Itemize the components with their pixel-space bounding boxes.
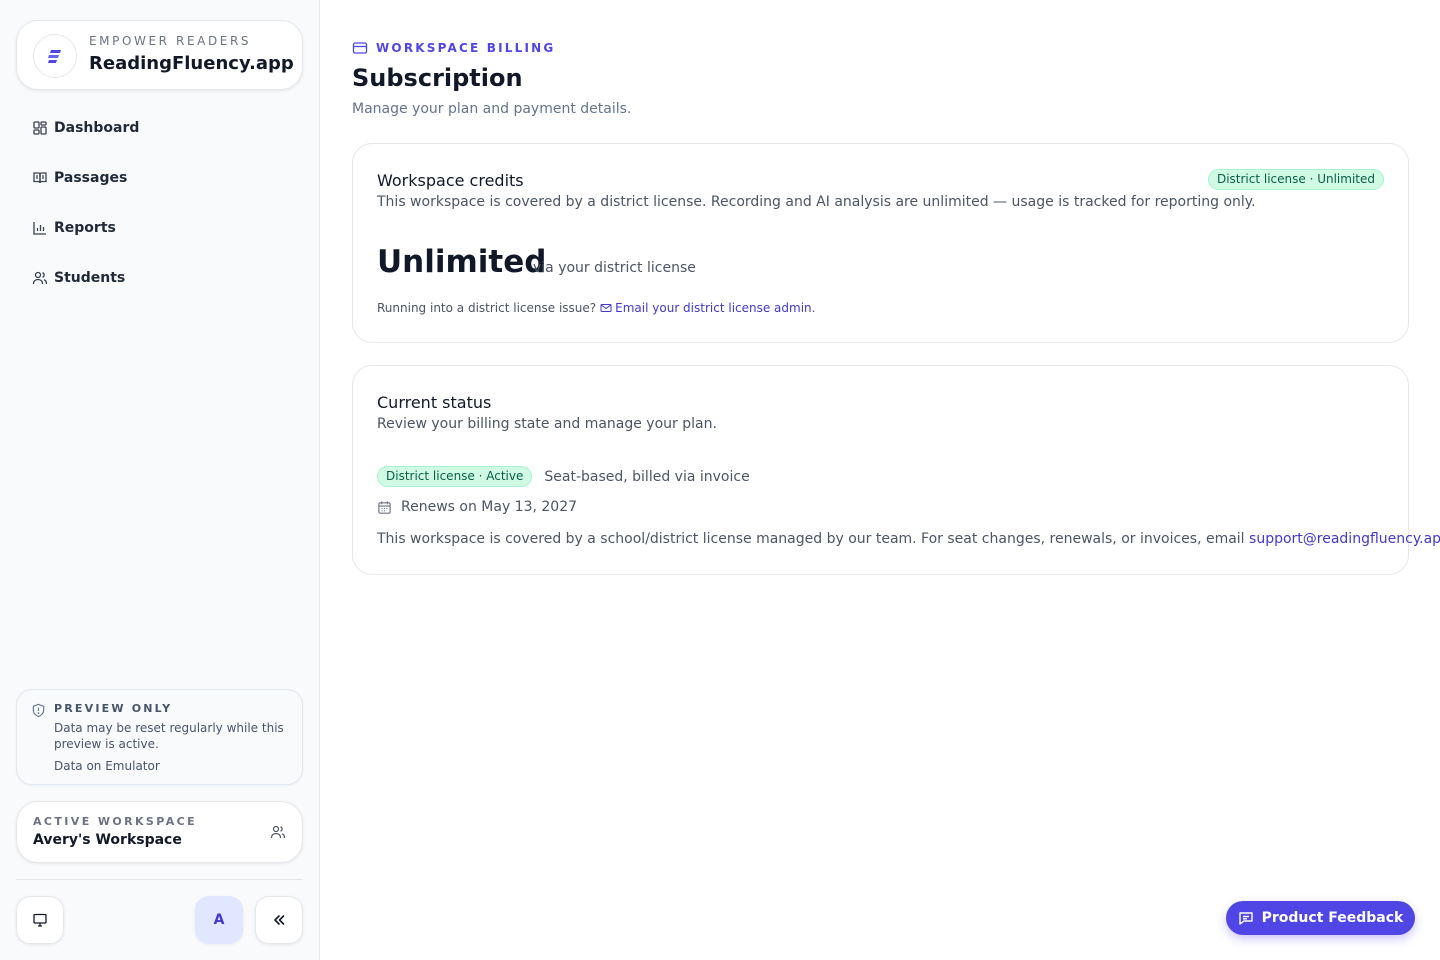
book-open-icon xyxy=(33,172,47,184)
billing-method: Seat-based, billed via invoice xyxy=(544,468,750,485)
sidebar-item-students[interactable]: Students xyxy=(16,260,303,296)
display-mode-button[interactable] xyxy=(16,896,64,944)
license-note: This workspace is covered by a school/di… xyxy=(377,531,1440,547)
calendar-icon xyxy=(378,500,391,514)
preview-text: Data may be reset regularly while this p… xyxy=(54,721,284,751)
product-feedback-button[interactable]: Product Feedback xyxy=(1226,901,1415,935)
workspace-eyebrow: ACTIVE WORKSPACE xyxy=(33,815,197,828)
collapse-sidebar-button[interactable] xyxy=(255,896,303,944)
renewal-row: Renews on May 13, 2027 xyxy=(377,499,577,515)
sidebar-item-reports[interactable]: Reports xyxy=(16,210,303,246)
users-icon xyxy=(32,271,48,285)
workspace-credits-card: Workspace credits District license · Unl… xyxy=(352,143,1409,343)
dashboard-icon xyxy=(33,121,47,135)
page-eyebrow-label: WORKSPACE BILLING xyxy=(376,41,556,55)
status-badge: District license · Active xyxy=(377,466,533,487)
workspace-switcher[interactable]: ACTIVE WORKSPACE Avery's Workspace xyxy=(16,801,303,863)
brand-eyebrow: EMPOWER READERS xyxy=(89,34,252,48)
workspace-name: Avery's Workspace xyxy=(33,832,182,848)
product-feedback-label: Product Feedback xyxy=(1261,910,1404,926)
status-row: District license · Active Seat-based, bi… xyxy=(377,466,750,487)
sidebar-item-label: Dashboard xyxy=(54,120,140,136)
credits-value: Unlimited xyxy=(377,244,547,280)
email-admin-link[interactable]: Email your district license admin xyxy=(600,301,812,315)
stacked-lines-logo-icon xyxy=(33,34,77,78)
page-title: Subscription xyxy=(352,64,523,92)
sidebar-item-dashboard[interactable]: Dashboard xyxy=(16,110,303,146)
license-issue-row: Running into a district license issue? E… xyxy=(377,301,815,315)
sidebar-item-label: Students xyxy=(54,270,126,286)
avatar[interactable]: A xyxy=(195,896,243,944)
monitor-icon xyxy=(33,913,47,927)
chevrons-left-icon xyxy=(274,915,285,925)
sidebar-nav: Dashboard Passages Reports Students xyxy=(16,110,303,310)
bar-chart-icon xyxy=(33,222,46,235)
status-badge: District license · Unlimited xyxy=(1207,169,1384,190)
card-title: Workspace credits xyxy=(377,171,524,190)
users-icon xyxy=(270,825,286,839)
card-description: Review your billing state and manage you… xyxy=(377,416,717,432)
issue-suffix: . xyxy=(811,301,816,315)
emulator-link[interactable]: Data on Emulator xyxy=(54,759,160,773)
sidebar-item-label: Passages xyxy=(54,170,128,186)
brand-card[interactable]: EMPOWER READERS ReadingFluency.app xyxy=(16,20,303,90)
page-eyebrow: WORKSPACE BILLING xyxy=(352,40,555,56)
message-square-icon xyxy=(1238,912,1253,925)
brand-name: ReadingFluency.app xyxy=(89,53,294,74)
sidebar-divider xyxy=(16,879,303,880)
sidebar-item-passages[interactable]: Passages xyxy=(16,160,303,196)
support-email-link[interactable]: support@readingfluency.app xyxy=(1249,531,1440,547)
sidebar-item-label: Reports xyxy=(54,220,116,236)
credit-card-icon xyxy=(352,42,368,54)
page-subtitle: Manage your plan and payment details. xyxy=(352,101,632,117)
shield-alert-icon xyxy=(32,703,45,718)
credits-value-sub: via your district license xyxy=(533,260,696,276)
email-admin-link-label: Email your district license admin xyxy=(615,301,812,315)
preview-title: PREVIEW ONLY xyxy=(54,702,173,715)
card-description: This workspace is covered by a district … xyxy=(377,194,1256,210)
sidebar: EMPOWER READERS ReadingFluency.app Dashb… xyxy=(0,0,320,960)
issue-prefix: Running into a district license issue? xyxy=(377,301,597,315)
current-status-card: Current status Review your billing state… xyxy=(352,365,1440,575)
mail-icon xyxy=(600,304,612,312)
card-title: Current status xyxy=(377,393,492,412)
renewal-date: Renews on May 13, 2027 xyxy=(401,499,578,515)
license-note-text: This workspace is covered by a school/di… xyxy=(377,531,1250,547)
preview-notice: PREVIEW ONLY Data may be reset regularly… xyxy=(16,689,303,785)
